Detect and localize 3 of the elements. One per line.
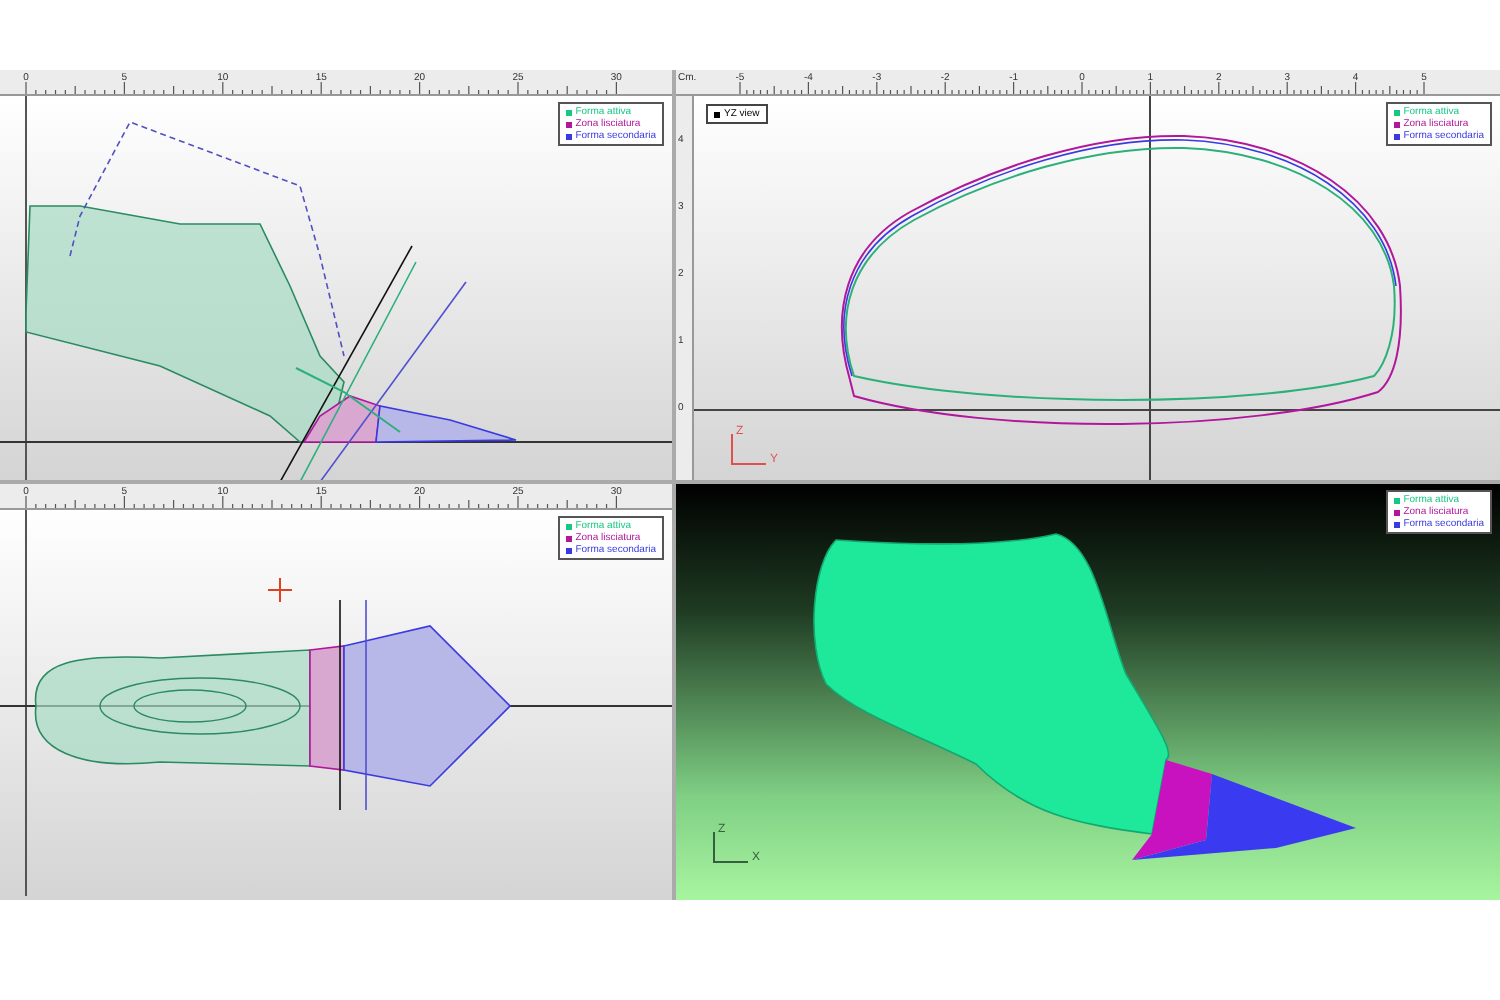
crosshair-icon (267, 577, 293, 603)
axis-triad-icon (726, 430, 770, 470)
axis-triad-icon (708, 828, 752, 868)
